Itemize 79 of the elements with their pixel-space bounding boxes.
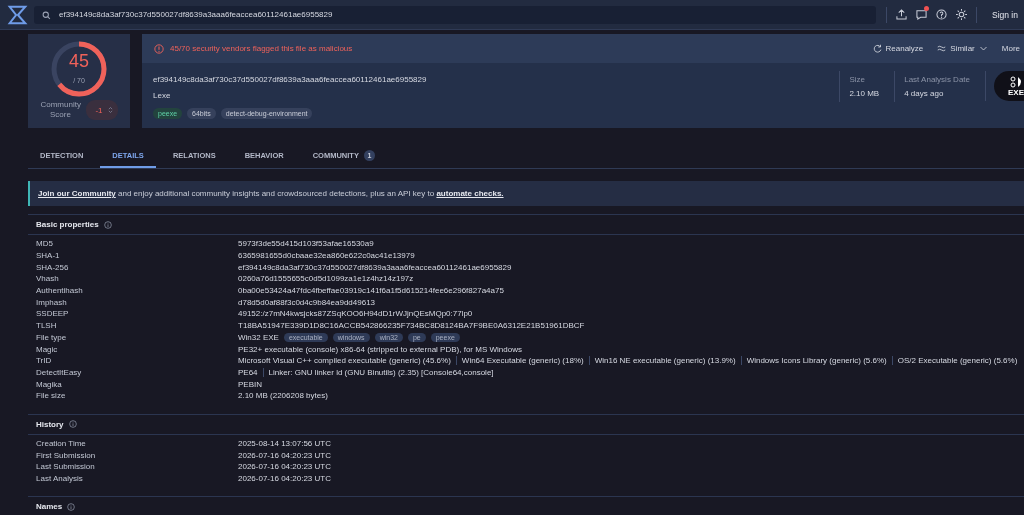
file-type-badge: EXE [994, 71, 1024, 101]
property-value: 49152:/z7mN4kwsjcks87ZSqKOO6H94dD1rWJjnQEsMQp0:77lp0 [238, 309, 473, 319]
detection-count: 45 [68, 51, 90, 72]
sun-icon[interactable] [956, 9, 967, 20]
stat-label: Last Analysis Date [904, 75, 970, 84]
up-down-caret-icon [107, 105, 113, 115]
property-label: File size [36, 391, 67, 401]
property-value: PE32+ executable (console) x86-64 (stripped to external PDB), for MS Windows [238, 344, 522, 354]
property-value: 0ba00e53424a47fdc4fbeffae03919c141f6a1f5d615214fee6e296f827a4a75 [238, 286, 504, 296]
property-value: PEBIN [238, 379, 262, 389]
property-value: Windows Icons Library (generic) (5.6%) [746, 356, 887, 366]
property-value: 5973f3de55d415d103f53afae16530a9 [238, 239, 374, 249]
property-value: d78d5d0af88f3c0d4c9b84ea9dd49613 [238, 297, 376, 307]
link[interactable]: Join our Community [38, 189, 116, 198]
stat-value: 2.10 MB [849, 89, 880, 98]
property-value: OS/2 Executable (generic) (5.6%) [897, 356, 1018, 366]
property-value: T18BA51947E339D1D8C16ACCB542866235F734BC8D8124BA7F9BE0A6312E21B51961DBCF [238, 321, 585, 331]
property-label: SHA-256 [36, 262, 70, 272]
property-value: Win64 Executable (generic) (18%) [461, 356, 584, 366]
help-icon[interactable] [936, 9, 947, 20]
property-label: DetectItEasy [36, 367, 83, 377]
property-label: SSDEEP [36, 309, 70, 319]
section-title: Basic properties [36, 220, 99, 229]
banner-text: Join our Community and enjoy additional community insights and crowdsourced detections, plus an API key to automate checks. [38, 189, 504, 198]
property-value: Microsoft Visual C++ compiled executable (generic) (45.6%) [238, 356, 451, 366]
property-value: 2026-07-16 04:20:23 UTC [238, 474, 331, 484]
property-value: Linker: GNU linker ld (GNU Binutils) (2.35) [Console64,console] [268, 367, 494, 377]
property-value: 2025-08-14 13:07:56 UTC [238, 438, 331, 448]
sign-in-button[interactable]: Sign in [992, 9, 1018, 20]
similar-icon [937, 44, 947, 53]
score-value: -1 [95, 105, 103, 115]
property-label: Magika [36, 379, 63, 389]
property-label: SHA-1 [36, 251, 61, 261]
info-icon[interactable] [103, 220, 112, 229]
property-label: Last Analysis [36, 474, 84, 484]
property-value: Win32 EXE [238, 332, 279, 342]
reanalyze-button[interactable]: Reanalyze [872, 44, 924, 53]
property-label: Imphash [36, 297, 68, 307]
score-ring [50, 40, 108, 98]
upload-icon[interactable] [896, 9, 907, 20]
similar-button[interactable]: Similar [937, 44, 988, 53]
property-label: Creation Time [36, 438, 87, 448]
info-icon[interactable] [68, 420, 77, 429]
logo-icon[interactable] [6, 3, 28, 26]
link[interactable]: automate checks. [436, 189, 504, 198]
file-name: Lexe [153, 91, 172, 100]
property-label: Authentihash [36, 286, 84, 296]
property-label: MD5 [36, 239, 54, 249]
property-value: 0260a76d1555655c0d5d1099za1e1z4hz14z197z [238, 274, 414, 284]
section-title: History [36, 419, 64, 429]
community-score-vote[interactable]: -1 [86, 100, 118, 120]
property-value: 2.10 MB (2206208 bytes) [238, 391, 328, 401]
stat-value: 4 days ago [904, 89, 945, 98]
info-icon[interactable] [67, 502, 76, 511]
search-field[interactable]: ef394149c8da3af730c37d550027df8639a3aaa6feaccea60112461ae6955829 [34, 5, 876, 24]
warning-icon [154, 43, 164, 54]
property-value: 6365981655d0cbaae32ea860e622c0ac41e13979 [238, 251, 415, 261]
property-value: 2026-07-16 04:20:23 UTC [238, 450, 331, 460]
community-score-label: Community Score [40, 100, 81, 120]
property-label: File type [36, 332, 68, 342]
property-value: PE64 [238, 367, 258, 377]
chevron-down-icon [978, 44, 988, 53]
property-value: Win16 NE executable (generic) (13.9%) [594, 356, 736, 366]
property-value: ef394149c8da3af730c37d550027df8639a3aaa6feaccea60112461ae6955829 [238, 262, 512, 272]
property-label: Magic [36, 344, 59, 354]
property-label: First Submission [36, 450, 97, 460]
property-label: Last Submission [36, 462, 96, 472]
chat-icon[interactable] [916, 9, 927, 20]
property-label: TLSH [36, 321, 58, 331]
property-value: 2026-07-16 04:20:23 UTC [238, 462, 331, 472]
alert-text: 45/70 security vendors flagged this file as malicious [170, 44, 353, 53]
search-icon [42, 10, 51, 20]
property-label: TrID [36, 356, 53, 366]
refresh-icon [872, 44, 882, 53]
more-button[interactable]: More [1001, 44, 1020, 53]
stat-label: Size [849, 75, 866, 84]
property-label: Vhash [36, 274, 60, 284]
file-hash: ef394149c8da3af730c37d550027df8639a3aaa6feaccea60112461ae6955829 [153, 75, 428, 84]
section-title: Names [36, 502, 63, 512]
